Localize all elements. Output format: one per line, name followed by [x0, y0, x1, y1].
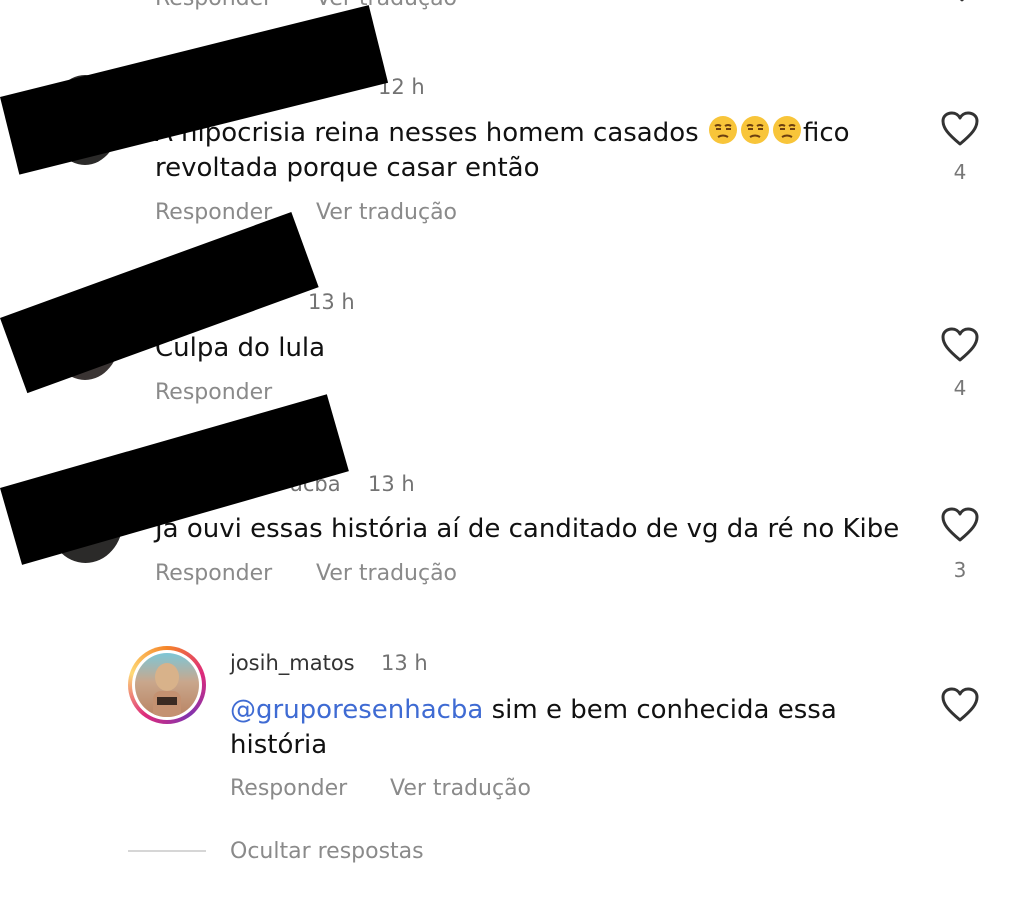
translate-button[interactable]: Ver tradução — [390, 776, 531, 801]
translate-button[interactable]: Ver tradução — [316, 0, 457, 11]
translate-button[interactable]: Ver tradução — [316, 200, 457, 225]
comment-time: 13 h — [381, 651, 428, 675]
like-count: 4 — [953, 160, 967, 184]
reply-button[interactable]: Responder — [230, 776, 347, 801]
comment-text-line1: A hipocrisia reina nesses homem casados — [155, 118, 699, 148]
reply-button[interactable]: Responder — [155, 380, 272, 405]
comment-username[interactable]: josih_matos — [230, 651, 355, 675]
reply-button[interactable]: Responder — [155, 200, 272, 225]
comment-text: Já ouvi essas história aí de canditado d… — [155, 514, 900, 544]
unamused-face-emoji — [772, 115, 802, 145]
heart-outline-icon[interactable] — [950, 0, 974, 2]
comment-text-rest: sim e bem conhecida essa — [483, 695, 837, 725]
mention-link[interactable]: @gruporesenhacba — [230, 695, 483, 725]
comment-time: 13 h — [368, 472, 415, 496]
heart-outline-icon[interactable] — [940, 110, 980, 146]
comment-text: @gruporesenhacba sim e bem conhecida ess… — [230, 693, 890, 763]
hide-replies-button[interactable]: Ocultar respostas — [230, 839, 424, 864]
divider — [128, 850, 206, 852]
heart-outline-icon[interactable] — [940, 686, 980, 722]
comment-text-line2: revoltada porque casar então — [155, 153, 540, 183]
reply-button[interactable]: Responder — [155, 0, 272, 11]
like-count: 4 — [953, 376, 967, 400]
unamused-face-emoji — [708, 115, 738, 145]
unamused-face-emoji — [740, 115, 770, 145]
heart-outline-icon[interactable] — [940, 506, 980, 542]
reply-button[interactable]: Responder — [155, 561, 272, 586]
avatar-story-ring[interactable] — [128, 646, 206, 724]
comment-text-line2: história — [230, 730, 328, 760]
comment-time: 13 h — [308, 290, 355, 314]
avatar — [135, 653, 199, 717]
comment-text-after-emoji: fico — [802, 118, 850, 148]
translate-button[interactable]: Ver tradução — [316, 561, 457, 586]
comment-text: A hipocrisia reina nesses homem casados … — [155, 115, 935, 186]
heart-outline-icon[interactable] — [940, 326, 980, 362]
like-count: 3 — [953, 558, 967, 582]
